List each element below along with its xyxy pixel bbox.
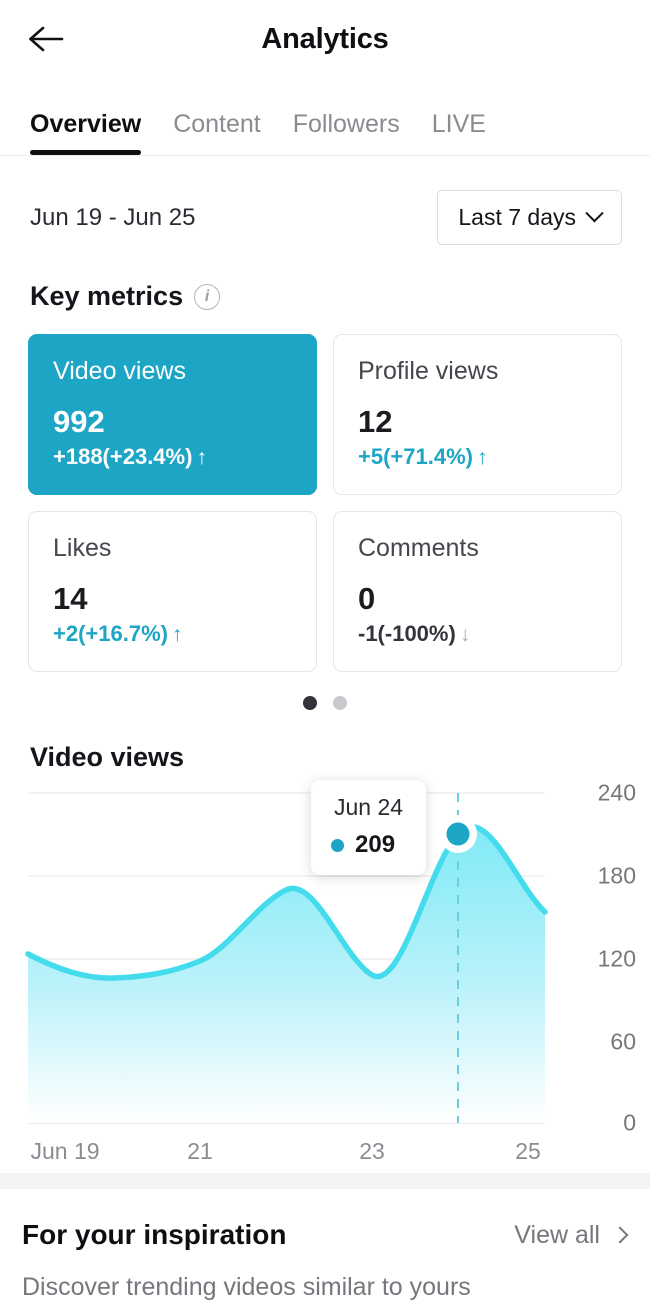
- chart-area-fill: [28, 826, 545, 1123]
- page-title: Analytics: [261, 22, 389, 55]
- metric-card-video-views[interactable]: Video views 992 +188(+23.4%) ↑: [28, 334, 317, 495]
- y-axis-label-240: 240: [597, 779, 636, 806]
- chevron-down-icon: [585, 204, 604, 223]
- video-views-chart[interactable]: 240 180 120 60 0 Jun 19 21 23 25 Jun 24 …: [0, 773, 650, 1173]
- date-range-label: Jun 19 - Jun 25: [30, 203, 196, 231]
- analytics-screen: Analytics Overview Content Followers LIV…: [0, 0, 650, 1300]
- metric-card-profile-views[interactable]: Profile views 12 +5(+71.4%) ↑: [333, 334, 622, 495]
- metric-value: 0: [358, 581, 376, 617]
- metric-delta-text: +5(+71.4%): [358, 444, 473, 469]
- date-row: Jun 19 - Jun 25 Last 7 days: [0, 156, 650, 245]
- metric-label: Profile views: [358, 357, 499, 385]
- tooltip-value: 209: [355, 831, 396, 858]
- tab-overview-label: Overview: [30, 110, 142, 138]
- metric-delta: +5(+71.4%) ↑: [358, 444, 597, 470]
- trend-up-icon: ↑: [171, 622, 183, 646]
- metric-delta: -1(-100%) ↓: [358, 621, 597, 647]
- inspiration-title: For your inspiration: [22, 1219, 287, 1250]
- tooltip-series-row: 209: [331, 831, 406, 859]
- trend-down-icon: ↓: [459, 622, 471, 646]
- key-metrics-grid: Video views 992 +188(+23.4%) ↑ Profile v…: [0, 312, 650, 672]
- tab-followers-label: Followers: [292, 110, 400, 138]
- inspiration-subtitle: Discover trending videos similar to your…: [22, 1273, 471, 1300]
- metric-label: Comments: [358, 534, 479, 562]
- inspiration-header: For your inspiration View all: [22, 1219, 629, 1251]
- tab-content-label: Content: [173, 110, 261, 138]
- pagination-dot-1[interactable]: [303, 696, 317, 710]
- inspiration-section: For your inspiration View all Discover t…: [0, 1189, 650, 1300]
- date-range-picker[interactable]: Last 7 days: [437, 190, 622, 245]
- back-button[interactable]: [24, 16, 70, 62]
- chart-title: Video views: [30, 742, 185, 772]
- section-divider: [0, 1173, 650, 1189]
- metric-value: 12: [358, 404, 393, 440]
- chevron-right-icon: [611, 1226, 629, 1244]
- tab-bar: Overview Content Followers LIVE: [0, 78, 650, 156]
- view-all-button[interactable]: View all: [514, 1220, 629, 1250]
- info-icon[interactable]: i: [194, 283, 221, 310]
- chart-tooltip: Jun 24 209: [311, 780, 426, 875]
- metric-card-comments[interactable]: Comments 0 -1(-100%) ↓: [333, 511, 622, 672]
- tab-followers[interactable]: Followers: [277, 110, 416, 155]
- date-range-picker-label: Last 7 days: [458, 204, 576, 230]
- metric-value: 992: [53, 404, 105, 440]
- tooltip-date: Jun 24: [333, 794, 404, 820]
- tab-overview[interactable]: Overview: [28, 110, 157, 155]
- tab-live-label: LIVE: [431, 110, 486, 138]
- arrow-left-icon: [29, 26, 64, 52]
- x-axis-label-jun19: Jun 19: [30, 1138, 100, 1164]
- metrics-pagination: [0, 672, 650, 710]
- metric-card-likes[interactable]: Likes 14 +2(+16.7%) ↑: [28, 511, 317, 672]
- y-axis-label-180: 180: [597, 862, 636, 889]
- trend-up-icon: ↑: [476, 445, 488, 469]
- pagination-dot-2[interactable]: [333, 696, 347, 710]
- metric-delta-text: +2(+16.7%): [53, 621, 168, 646]
- key-metrics-title: Key metrics: [30, 281, 184, 311]
- header: Analytics: [0, 0, 650, 78]
- key-metrics-header: Key metrics i: [0, 245, 650, 312]
- tab-live[interactable]: LIVE: [416, 110, 502, 155]
- chart-marker-point[interactable]: [446, 822, 470, 846]
- x-axis-label-23: 23: [359, 1138, 385, 1164]
- metric-delta-text: -1(-100%): [358, 621, 456, 646]
- metric-delta-text: +188(+23.4%): [53, 444, 193, 469]
- view-all-label: View all: [514, 1220, 600, 1249]
- metric-delta: +188(+23.4%) ↑: [53, 444, 292, 470]
- metric-value: 14: [53, 581, 88, 617]
- tooltip-series-dot: [331, 838, 344, 852]
- x-axis-label-21: 21: [187, 1138, 213, 1164]
- tab-content[interactable]: Content: [157, 110, 277, 155]
- metric-label: Video views: [53, 357, 186, 385]
- x-axis-label-25: 25: [515, 1138, 541, 1164]
- metric-label: Likes: [53, 534, 112, 562]
- y-axis-label-60: 60: [610, 1028, 636, 1055]
- y-axis-label-0: 0: [623, 1109, 636, 1136]
- trend-up-icon: ↑: [196, 445, 207, 469]
- metric-delta: +2(+16.7%) ↑: [53, 621, 292, 647]
- y-axis-label-120: 120: [597, 945, 636, 972]
